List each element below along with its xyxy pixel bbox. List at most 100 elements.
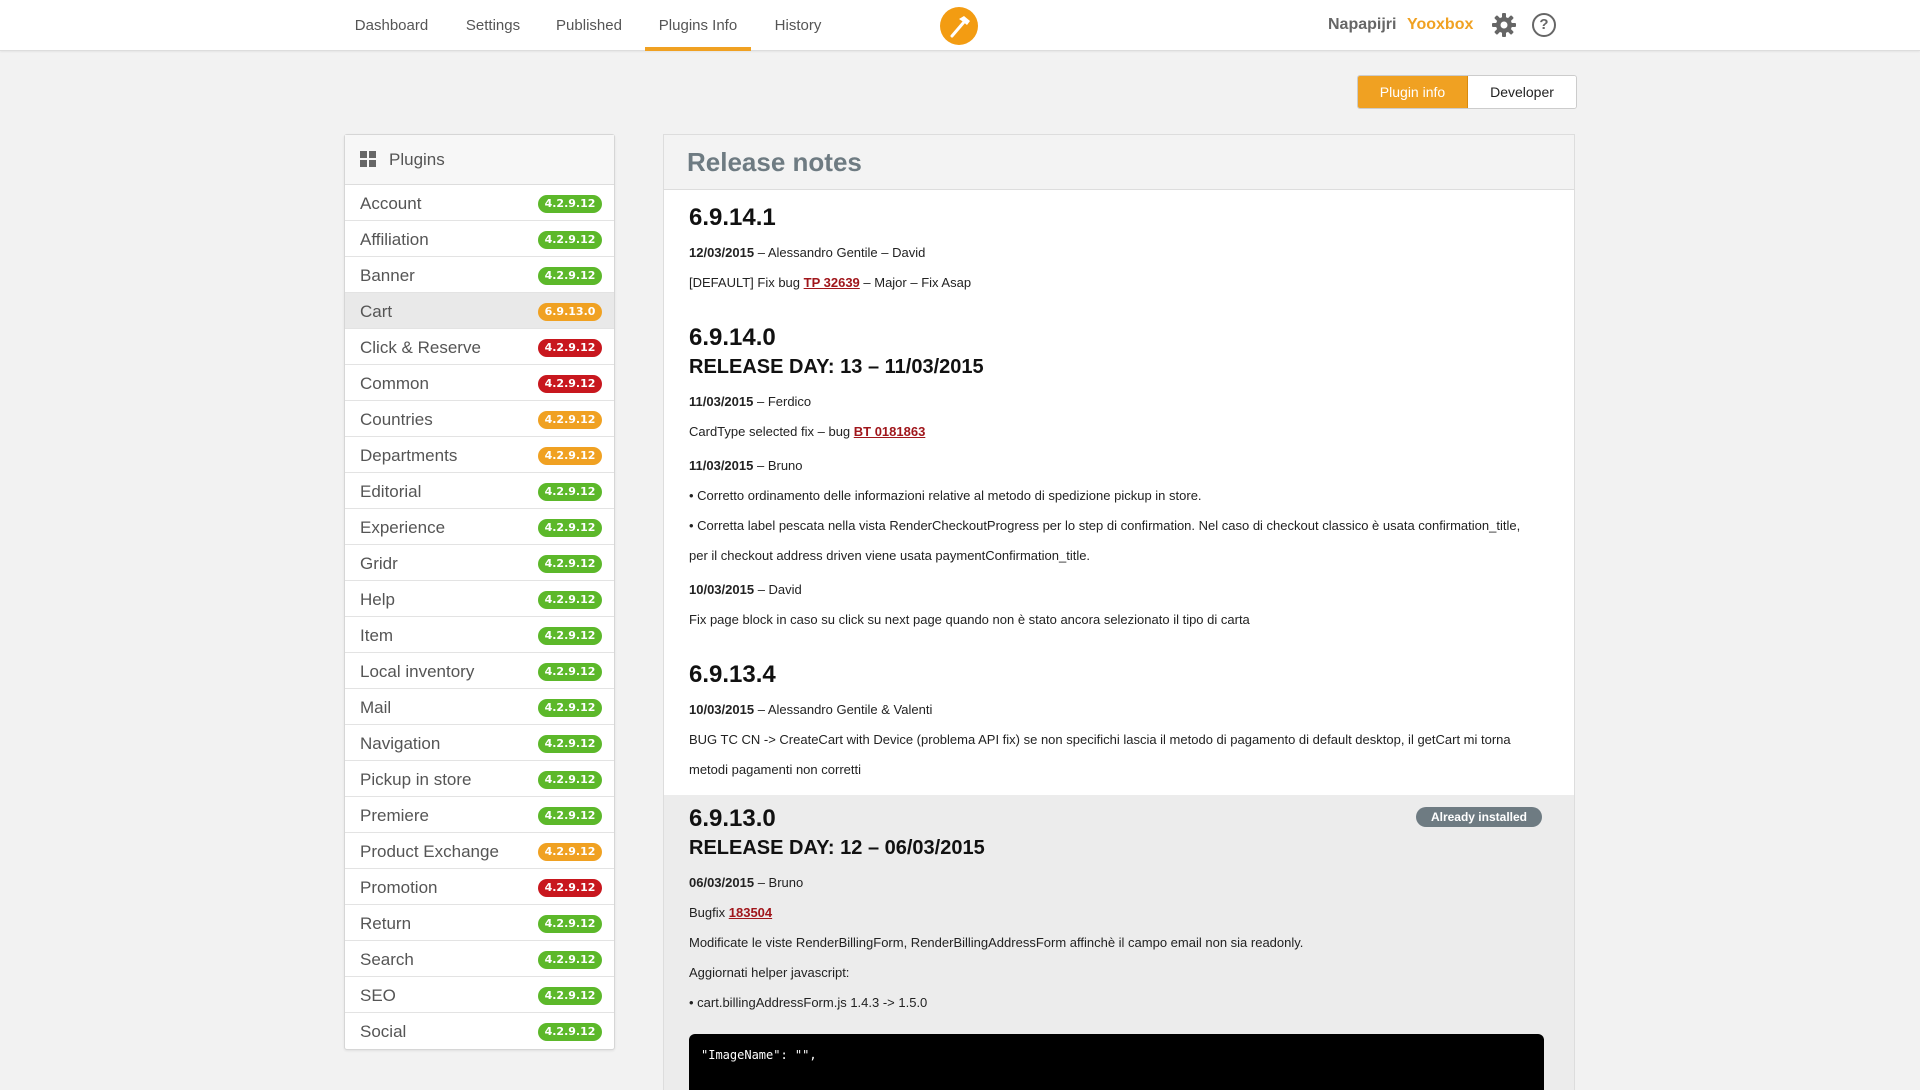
note-line: per il checkout address driven viene usa… [689, 548, 1091, 563]
version-badge: 4.2.9.12 [538, 951, 602, 969]
bug-link[interactable]: 183504 [729, 905, 772, 920]
plugin-name: Local inventory [360, 662, 475, 681]
version-badge: 4.2.9.12 [538, 987, 602, 1005]
plugin-item[interactable]: Premiere 4.2.9.12 [345, 797, 614, 833]
gear-icon[interactable] [1491, 12, 1517, 38]
version-badge: 4.2.9.12 [538, 339, 602, 357]
plugin-name: Affiliation [360, 230, 429, 249]
version-badge: 4.2.9.12 [538, 591, 602, 609]
version-badge: 4.2.9.12 [538, 483, 602, 501]
plugin-name: Return [360, 914, 412, 933]
plugin-item[interactable]: Product Exchange 4.2.9.12 [345, 833, 614, 869]
plugin-name: Product Exchange [360, 842, 499, 861]
note-version: 6.9.13.4 [689, 661, 776, 688]
bug-link[interactable]: TP 32639 [804, 275, 860, 290]
version-badge: 4.2.9.12 [538, 555, 602, 573]
note-version: 6.9.14.1 [689, 204, 776, 231]
tab-dashboard[interactable]: Dashboard [354, 0, 429, 51]
plugin-name: Premiere [360, 806, 429, 825]
tab-published[interactable]: Published [555, 0, 623, 51]
tab-plugins-info[interactable]: Plugins Info [645, 0, 751, 51]
version-badge: 4.2.9.12 [538, 375, 602, 393]
code-block: "ImageName": "", [689, 1034, 1544, 1090]
plugin-item[interactable]: Local inventory 4.2.9.12 [345, 653, 614, 689]
version-badge: 4.2.9.12 [538, 411, 602, 429]
release-notes-title: Release notes [664, 135, 1574, 190]
puzzle-icon [359, 138, 377, 167]
version-badge: 4.2.9.12 [538, 267, 602, 285]
version-badge: 6.9.13.0 [538, 303, 602, 321]
top-navigation-bar: Dashboard Settings Published Plugins Inf… [0, 0, 1920, 51]
plugin-item[interactable]: Item 4.2.9.12 [345, 617, 614, 653]
release-day: RELEASE DAY: 13 – 11/03/2015 [689, 356, 984, 378]
note-entry: 11/03/2015 – Ferdico [689, 394, 812, 409]
plugin-name: Pickup in store [360, 770, 472, 789]
note-line: [DEFAULT] Fix bug TP 32639 – Major – Fix… [689, 275, 972, 290]
user-name[interactable]: Napapijri [1328, 16, 1396, 34]
note-line: BUG TC CN -> CreateCart with Device (pro… [689, 732, 1511, 747]
plugin-name: Help [360, 590, 395, 609]
hammer-icon[interactable] [940, 7, 978, 45]
org-name[interactable]: Yooxbox [1407, 16, 1473, 34]
version-badge: 4.2.9.12 [538, 627, 602, 645]
plugin-name: Cart [360, 302, 393, 321]
plugin-item[interactable]: Common 4.2.9.12 [345, 365, 614, 401]
tab-history[interactable]: History [773, 0, 823, 51]
plugin-item[interactable]: Affiliation 4.2.9.12 [345, 221, 614, 257]
plugin-name: Click & Reserve [360, 338, 481, 357]
plugin-item[interactable]: Navigation 4.2.9.12 [345, 725, 614, 761]
plugin-item[interactable]: Click & Reserve 4.2.9.12 [345, 329, 614, 365]
already-installed-badge: Already installed [1415, 807, 1542, 827]
developer-info-button[interactable]: Developer info [1468, 76, 1576, 108]
plugin-name: SEO [360, 986, 396, 1005]
plugin-item[interactable]: Social 4.2.9.12 [345, 1013, 614, 1049]
version-badge: 4.2.9.12 [538, 843, 602, 861]
plugin-item[interactable]: Gridr 4.2.9.12 [345, 545, 614, 581]
note-entry: 10/03/2015 – David [689, 582, 802, 597]
plugin-item[interactable]: Experience 4.2.9.12 [345, 509, 614, 545]
plugin-item[interactable]: SEO 4.2.9.12 [345, 977, 614, 1013]
version-badge: 4.2.9.12 [538, 915, 602, 933]
version-badge: 4.2.9.12 [538, 771, 602, 789]
info-toggle: Plugin info Developer info [1357, 75, 1577, 109]
plugin-name: Common [360, 374, 429, 393]
note-line: • Corretto ordinamento delle informazion… [689, 488, 1202, 503]
tab-settings[interactable]: Settings [463, 0, 523, 51]
sidebar-title: Plugins [389, 150, 445, 169]
version-badge: 4.2.9.12 [538, 447, 602, 465]
note-line: Aggiornati helper javascript: [689, 965, 850, 980]
plugin-item[interactable]: Banner 4.2.9.12 [345, 257, 614, 293]
version-badge: 4.2.9.12 [538, 231, 602, 249]
note-line: • cart.billingAddressForm.js 1.4.3 -> 1.… [689, 995, 928, 1010]
plugin-item[interactable]: Countries 4.2.9.12 [345, 401, 614, 437]
plugin-name: Experience [360, 518, 446, 537]
plugin-item[interactable]: Editorial 4.2.9.12 [345, 473, 614, 509]
plugin-item[interactable]: Search 4.2.9.12 [345, 941, 614, 977]
release-note-6-9-13-0: Already installed 6.9.13.0 RELEASE DAY: … [664, 795, 1574, 1090]
plugin-item[interactable]: Return 4.2.9.12 [345, 905, 614, 941]
plugin-info-button[interactable]: Plugin info [1358, 76, 1468, 108]
version-badge: 4.2.9.12 [538, 807, 602, 825]
note-line: Fix page block in caso su click su next … [689, 612, 1250, 627]
bug-link[interactable]: BT 0181863 [854, 424, 926, 439]
plugin-name: Item [360, 626, 394, 645]
plugin-item[interactable]: Help 4.2.9.12 [345, 581, 614, 617]
plugin-item[interactable]: Mail 4.2.9.12 [345, 689, 614, 725]
plugin-name: Banner [360, 266, 415, 285]
plugin-item[interactable]: Departments 4.2.9.12 [345, 437, 614, 473]
plugin-item[interactable]: Promotion 4.2.9.12 [345, 869, 614, 905]
plugin-item[interactable]: Pickup in store 4.2.9.12 [345, 761, 614, 797]
version-badge: 4.2.9.12 [538, 519, 602, 537]
note-line: Modificate le viste RenderBillingForm, R… [689, 935, 1304, 950]
plugin-item[interactable]: Account 4.2.9.12 [345, 185, 614, 221]
plugin-name: Mail [360, 698, 392, 717]
note-version: 6.9.14.0 [689, 324, 776, 351]
plugin-name: Departments [360, 446, 458, 465]
plugin-item[interactable]: Cart 6.9.13.0 [345, 293, 614, 329]
release-notes-panel: Release notes 6.9.14.1 12/03/2015 – Ales… [663, 134, 1575, 1090]
note-line: • Corretta label pescata nella vista Ren… [689, 518, 1521, 533]
version-badge: 4.2.9.12 [538, 1023, 602, 1041]
version-badge: 4.2.9.12 [538, 735, 602, 753]
version-badge: 4.2.9.12 [538, 879, 602, 897]
help-icon[interactable]: ? [1532, 13, 1556, 37]
